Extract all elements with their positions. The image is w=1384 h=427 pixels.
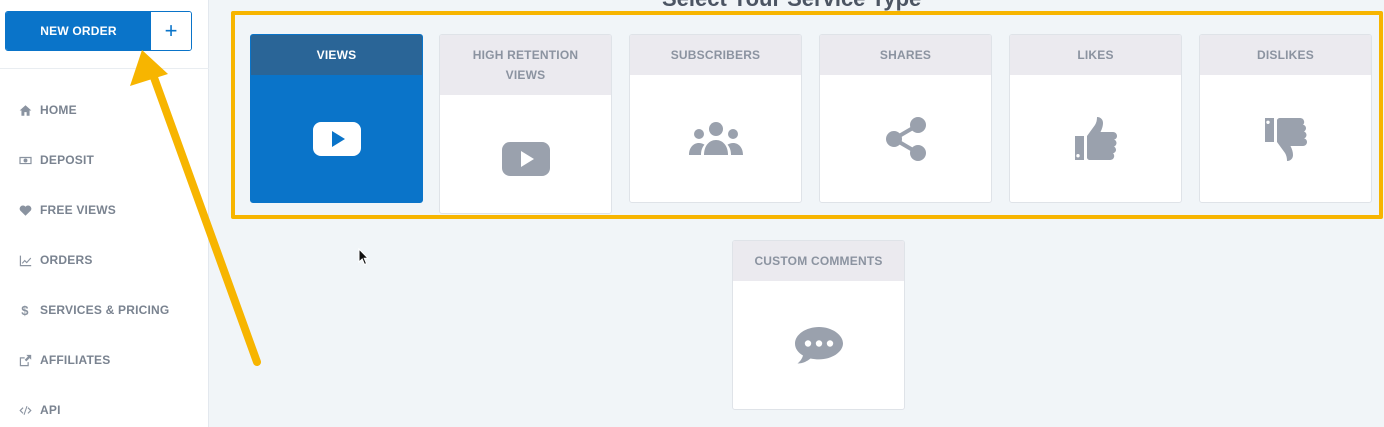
service-card-shares[interactable]: SHARES <box>819 34 992 203</box>
money-icon <box>16 154 34 167</box>
thumbs-up-icon <box>1074 116 1117 160</box>
sidebar-item-deposit[interactable]: DEPOSIT <box>0 135 209 185</box>
service-card-custom-comments[interactable]: CUSTOM COMMENTS <box>732 240 905 410</box>
sidebar-item-free-views[interactable]: FREE VIEWS <box>0 185 209 235</box>
thumbs-down-icon <box>1264 117 1307 161</box>
sidebar-item-home[interactable]: HOME <box>0 85 209 135</box>
play-icon <box>312 121 361 156</box>
service-card-title: DISLIKES <box>1200 35 1371 75</box>
service-card-title-line: VIEWS <box>505 68 546 82</box>
sidebar-item-services-pricing[interactable]: $ SERVICES & PRICING <box>0 285 209 335</box>
sidebar: NEW ORDER + HOME DEPOSIT FREE VIEWS ORDE… <box>0 0 209 427</box>
service-card-body <box>820 75 991 202</box>
service-card-title-line: HIGH RETENTION <box>472 48 579 62</box>
sidebar-item-affiliates[interactable]: AFFILIATES <box>0 335 209 385</box>
service-card-title: LIKES <box>1010 35 1181 75</box>
mouse-cursor-icon <box>358 248 370 266</box>
new-order-button-group: NEW ORDER + <box>5 11 192 51</box>
service-card-body <box>630 75 801 202</box>
share-square-icon <box>16 354 34 367</box>
service-card-likes[interactable]: LIKES <box>1009 34 1182 203</box>
service-card-title: VIEWS <box>251 35 422 75</box>
sidebar-item-label: FREE VIEWS <box>40 203 117 217</box>
sidebar-item-label: DEPOSIT <box>40 153 95 167</box>
service-card-title: CUSTOM COMMENTS <box>733 241 904 281</box>
dollar-icon: $ <box>21 302 29 318</box>
sidebar-item-label: HOME <box>40 103 77 117</box>
service-card-dislikes[interactable]: DISLIKES <box>1199 34 1372 203</box>
users-icon <box>688 121 743 155</box>
service-card-title: SUBSCRIBERS <box>630 35 801 75</box>
code-icon <box>16 404 34 417</box>
service-card-high-retention-views[interactable]: HIGH RETENTION VIEWS <box>439 34 612 214</box>
service-card-title: HIGH RETENTION VIEWS <box>440 35 611 95</box>
home-icon <box>16 104 34 117</box>
sidebar-item-label: API <box>40 403 61 417</box>
chart-icon <box>16 254 34 267</box>
new-order-button[interactable]: NEW ORDER <box>6 12 151 50</box>
share-icon <box>885 116 926 161</box>
sidebar-item-label: ORDERS <box>40 253 93 267</box>
heart-icon <box>16 204 34 217</box>
service-card-subscribers[interactable]: SUBSCRIBERS <box>629 34 802 203</box>
sidebar-item-api[interactable]: API <box>0 385 209 427</box>
sidebar-item-label: AFFILIATES <box>40 353 111 367</box>
service-card-body <box>251 75 422 202</box>
service-card-body <box>440 95 611 213</box>
play-icon <box>501 142 550 176</box>
comments-icon <box>794 327 843 364</box>
sidebar-divider <box>0 68 209 69</box>
new-order-plus-button[interactable]: + <box>151 12 191 50</box>
sidebar-item-orders[interactable]: ORDERS <box>0 235 209 285</box>
service-card-title: SHARES <box>820 35 991 75</box>
service-card-body <box>1010 75 1181 202</box>
service-card-body <box>1200 75 1371 202</box>
sidebar-item-label: SERVICES & PRICING <box>40 303 170 317</box>
sidebar-nav: HOME DEPOSIT FREE VIEWS ORDERS $ SERVICE… <box>0 85 209 427</box>
service-card-body <box>733 281 904 409</box>
service-card-views[interactable]: VIEWS <box>250 34 423 203</box>
